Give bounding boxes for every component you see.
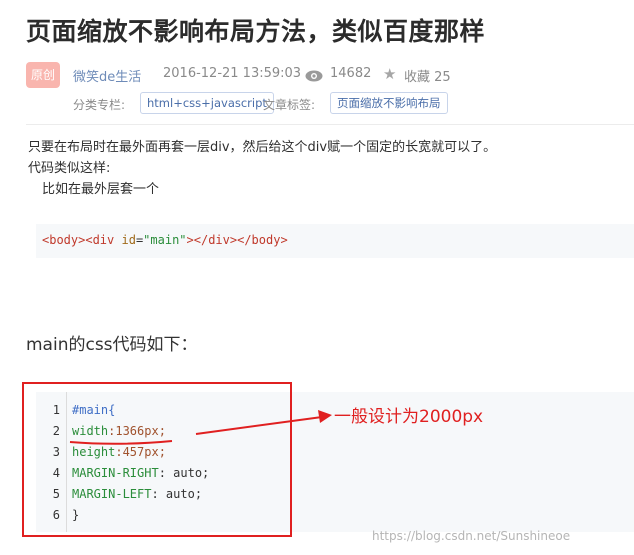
annotation-arrow — [69, 410, 332, 445]
watermark: https://blog.csdn.net/Sunshineoe — [372, 529, 571, 543]
annotation-text: 一般设计为2000px — [334, 407, 484, 427]
